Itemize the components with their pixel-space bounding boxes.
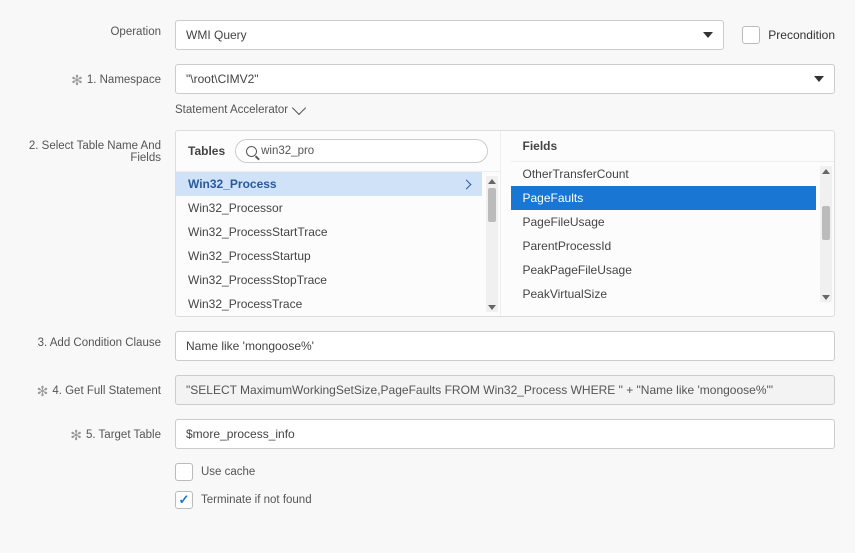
- scroll-down-icon: [822, 295, 830, 300]
- label-operation: Operation: [10, 20, 175, 38]
- field-row[interactable]: PeakPageFileUsage: [511, 258, 817, 282]
- scroll-thumb[interactable]: [822, 206, 830, 240]
- namespace-select[interactable]: "\root\CIMV2": [175, 64, 835, 94]
- precondition-label: Precondition: [768, 28, 835, 42]
- terminate-label: Terminate if not found: [201, 494, 312, 506]
- statement-accelerator-toggle[interactable]: Statement Accelerator: [175, 104, 304, 116]
- field-row[interactable]: PeakVirtualSize: [511, 282, 817, 306]
- full-statement-field: "SELECT MaximumWorkingSetSize,PageFaults…: [175, 375, 835, 405]
- label-condition: 3. Add Condition Clause: [10, 331, 175, 349]
- table-row[interactable]: Win32_ProcessStopTrace: [176, 268, 482, 292]
- chevron-down-icon: [814, 76, 824, 82]
- field-row[interactable]: OtherTransferCount: [511, 162, 817, 186]
- field-row[interactable]: PageFileUsage: [511, 210, 817, 234]
- scroll-up-icon: [488, 179, 496, 184]
- tables-scrollbar[interactable]: [486, 176, 498, 312]
- operation-value: WMI Query: [186, 28, 247, 42]
- required-icon: ✻: [71, 72, 83, 88]
- search-icon: [246, 146, 257, 157]
- chevron-down-icon: [292, 101, 306, 115]
- fields-header: Fields: [523, 139, 558, 153]
- precondition-checkbox[interactable]: [742, 26, 760, 44]
- scroll-down-icon: [488, 305, 496, 310]
- table-row[interactable]: Win32_Processor: [176, 196, 482, 220]
- label-tables-fields: 2. Select Table Name And Fields: [10, 130, 175, 164]
- label-namespace: ✻1. Namespace: [10, 64, 175, 87]
- chevron-right-icon: [461, 179, 471, 189]
- terminate-checkbox[interactable]: [175, 491, 193, 509]
- label-full-statement: ✻4. Get Full Statement: [10, 375, 175, 398]
- field-row[interactable]: ParentProcessId: [511, 234, 817, 258]
- table-row[interactable]: Win32_ProcessStartTrace: [176, 220, 482, 244]
- scroll-up-icon: [822, 169, 830, 174]
- table-row[interactable]: Win32_Process: [176, 172, 482, 196]
- table-row[interactable]: Win32_ProcessStartup: [176, 244, 482, 268]
- label-target-table: ✻5. Target Table: [10, 419, 175, 442]
- table-row[interactable]: Win32_ProcessTrace: [176, 292, 482, 316]
- condition-input[interactable]: Name like 'mongoose%': [175, 331, 835, 361]
- required-icon: ✻: [37, 383, 49, 399]
- use-cache-checkbox[interactable]: [175, 463, 193, 481]
- target-table-input[interactable]: $more_process_info: [175, 419, 835, 449]
- use-cache-label: Use cache: [201, 466, 255, 478]
- table-search-input[interactable]: win32_pro: [235, 139, 487, 163]
- operation-select[interactable]: WMI Query: [175, 20, 724, 50]
- scroll-thumb[interactable]: [488, 188, 496, 222]
- tables-fields-panel: Tables win32_pro Win32_Process Win32_Pro…: [175, 130, 835, 317]
- required-icon: ✻: [70, 427, 82, 443]
- field-row[interactable]: PageFaults: [511, 186, 817, 210]
- tables-header: Tables: [188, 144, 225, 158]
- chevron-down-icon: [703, 32, 713, 38]
- fields-scrollbar[interactable]: [820, 166, 832, 302]
- namespace-value: "\root\CIMV2": [186, 72, 259, 86]
